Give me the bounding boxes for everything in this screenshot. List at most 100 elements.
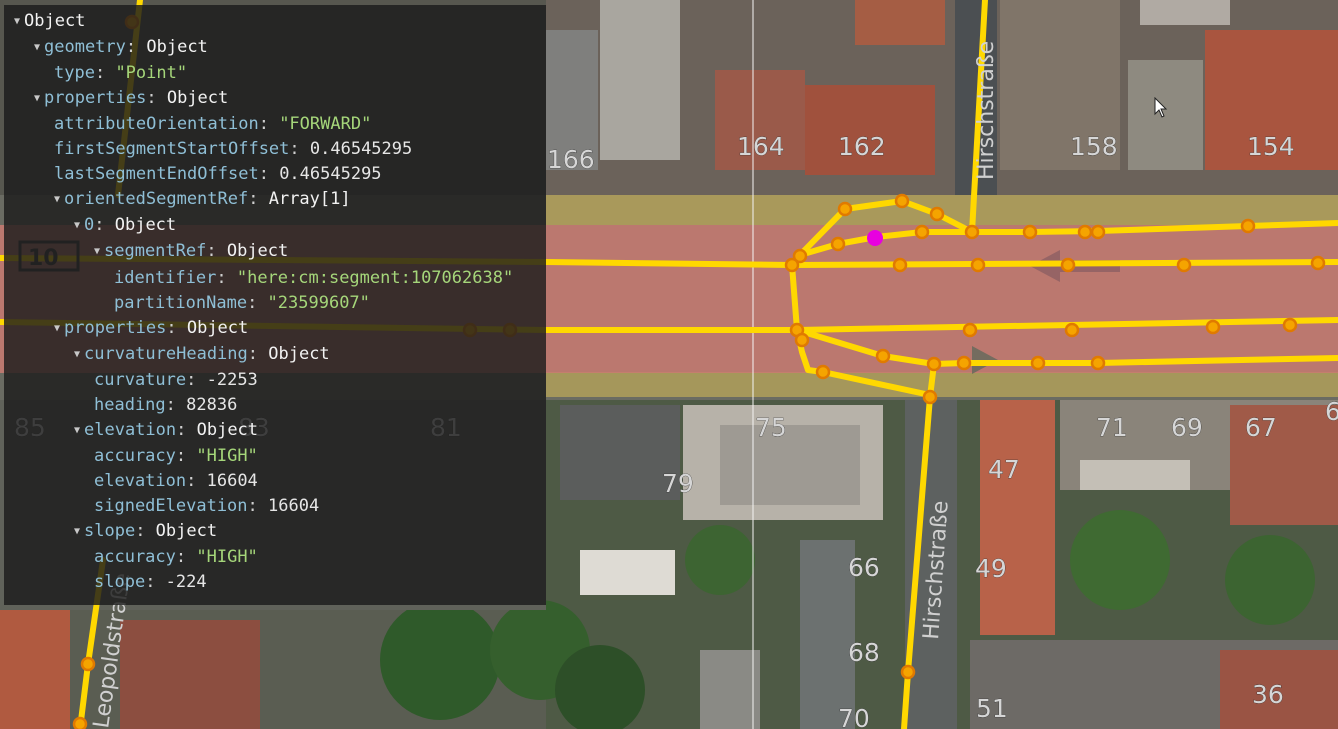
mouse-cursor-icon: [1154, 97, 1168, 118]
road-edge-band-south: [546, 372, 1338, 397]
road-node[interactable]: [922, 389, 938, 405]
house-number: 68: [848, 638, 880, 667]
tree-row-partition-name: partitionName: "23599607": [114, 293, 370, 313]
expand-triangle-icon[interactable]: ▼: [34, 89, 44, 109]
expand-triangle-icon[interactable]: ▼: [54, 190, 64, 210]
house-number: 154: [1247, 132, 1295, 161]
road-node[interactable]: [815, 364, 831, 380]
road-node[interactable]: [1240, 218, 1256, 234]
road-node[interactable]: [830, 236, 846, 252]
road-node[interactable]: [1090, 224, 1106, 240]
tree-row-attribute-orientation: attributeOrientation: "FORWARD": [54, 114, 372, 134]
road-node[interactable]: [1090, 355, 1106, 371]
building-roof: [720, 425, 860, 505]
tree-row-first-segment-offset: firstSegmentStartOffset: 0.46545295: [54, 139, 413, 159]
building-roof: [1080, 460, 1190, 490]
road-node[interactable]: [1077, 224, 1093, 240]
road-node[interactable]: [892, 257, 908, 273]
tree-row-properties[interactable]: ▼ properties: Object: [34, 88, 228, 109]
tree-row-slope-object[interactable]: ▼ slope: Object: [74, 521, 217, 542]
tree-row-slope: slope: -224: [94, 572, 207, 592]
building-roof: [0, 610, 70, 729]
road-node[interactable]: [929, 206, 945, 222]
building-roof: [1140, 0, 1230, 25]
building-roof: [700, 650, 760, 729]
tree: [1225, 535, 1315, 625]
building-roof: [600, 0, 680, 160]
tree-row-root[interactable]: ▼ Object: [14, 11, 85, 32]
tree-row-properties-2[interactable]: ▼ properties: Object: [54, 318, 248, 339]
building-roof: [580, 550, 675, 595]
tree-row-oriented-segment-ref[interactable]: ▼ orientedSegmentRef: Array[1]: [54, 189, 351, 210]
road-node[interactable]: [914, 224, 930, 240]
tree-row-elevation-object[interactable]: ▼ elevation: Object: [74, 420, 258, 441]
building-roof: [855, 0, 945, 45]
house-number: 49: [975, 554, 1007, 583]
house-number: 67: [1245, 413, 1277, 442]
expand-triangle-icon[interactable]: ▼: [74, 522, 84, 542]
house-number: 70: [838, 704, 870, 729]
expand-triangle-icon[interactable]: ▼: [34, 38, 44, 58]
road-node[interactable]: [894, 193, 910, 209]
road-node[interactable]: [962, 322, 978, 338]
house-number: 47: [988, 455, 1020, 484]
expand-triangle-icon[interactable]: ▼: [74, 421, 84, 441]
building-roof: [800, 540, 855, 729]
expand-triangle-icon[interactable]: ▼: [54, 319, 64, 339]
road-node[interactable]: [784, 257, 800, 273]
house-number: 36: [1252, 680, 1284, 709]
tree-row-curvature: curvature: -2253: [94, 370, 258, 390]
tree-row-segment-ref[interactable]: ▼ segmentRef: Object: [94, 241, 288, 262]
road-node[interactable]: [1176, 257, 1192, 273]
road-node[interactable]: [80, 656, 96, 672]
tree: [1070, 510, 1170, 610]
house-number: 51: [976, 694, 1008, 723]
road-node[interactable]: [1030, 355, 1046, 371]
tree-row-type: type: "Point": [54, 63, 188, 83]
road-node[interactable]: [1205, 319, 1221, 335]
expand-triangle-icon[interactable]: ▼: [74, 345, 84, 365]
tree-row-slope-accuracy: accuracy: "HIGH": [94, 547, 258, 567]
road-node[interactable]: [964, 224, 980, 240]
road-node[interactable]: [956, 355, 972, 371]
expand-triangle-icon[interactable]: ▼: [74, 216, 84, 236]
tree-row-signed-elevation: signedElevation: 16604: [94, 496, 320, 516]
road-node[interactable]: [837, 201, 853, 217]
street-label-north: Hirschstraße: [974, 41, 999, 180]
road-node[interactable]: [970, 257, 986, 273]
road-node[interactable]: [1064, 322, 1080, 338]
building-roof: [120, 620, 260, 729]
road-node[interactable]: [926, 356, 942, 372]
tree-row-heading: heading: 82836: [94, 395, 238, 415]
tree-row-curvature-heading[interactable]: ▼ curvatureHeading: Object: [74, 344, 330, 365]
house-number: 79: [662, 469, 694, 498]
building-roof: [980, 400, 1055, 635]
house-number: 158: [1070, 132, 1118, 161]
road-node[interactable]: [794, 332, 810, 348]
road-node[interactable]: [900, 664, 916, 680]
house-number: 66: [848, 553, 880, 582]
house-number: 164: [737, 132, 785, 161]
expand-triangle-icon[interactable]: ▼: [14, 12, 24, 32]
road-node[interactable]: [1282, 317, 1298, 333]
tree-row-identifier: identifier: "here:cm:segment:107062638": [114, 268, 514, 288]
road-node[interactable]: [1060, 257, 1076, 273]
tree-row-elevation-accuracy: accuracy: "HIGH": [94, 446, 258, 466]
road-node[interactable]: [875, 348, 891, 364]
road-node[interactable]: [72, 716, 88, 729]
house-number: 69: [1171, 413, 1203, 442]
tree-row-geometry[interactable]: ▼ geometry: Object: [34, 37, 208, 58]
building-roof: [805, 85, 935, 175]
expand-triangle-icon[interactable]: ▼: [94, 242, 104, 262]
selected-point-marker[interactable]: [867, 230, 883, 246]
house-number: 166: [547, 145, 595, 174]
house-number: 162: [838, 132, 886, 161]
tree: [685, 525, 755, 595]
house-number: 75: [755, 413, 787, 442]
house-number: 6: [1325, 397, 1338, 426]
tree-row-index-0[interactable]: ▼ 0: Object: [74, 215, 176, 236]
tree-row-last-segment-offset: lastSegmentEndOffset: 0.46545295: [54, 164, 382, 184]
object-inspector-panel[interactable]: ▼ Object ▼ geometry: Object type: "Point" …: [4, 5, 546, 605]
road-node[interactable]: [1022, 224, 1038, 240]
road-node[interactable]: [1310, 255, 1326, 271]
